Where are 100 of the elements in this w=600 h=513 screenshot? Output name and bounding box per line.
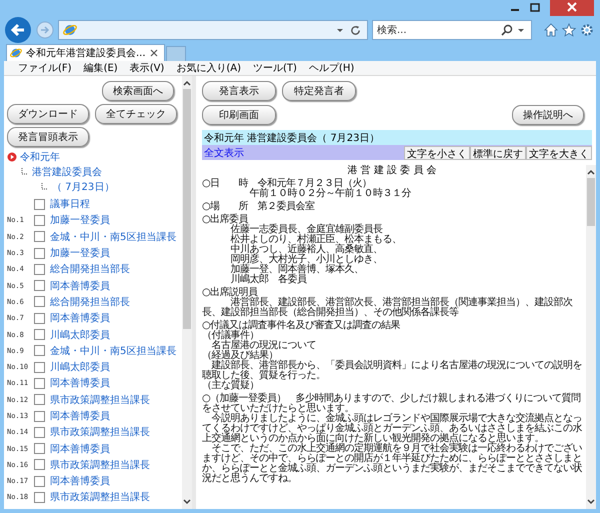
checkbox[interactable] — [34, 476, 45, 487]
settings-icon[interactable] — [580, 23, 594, 37]
speaker-link[interactable]: 総合開発担当部長 — [50, 262, 130, 276]
document-text: （経過及び結果） — [202, 351, 278, 361]
menu-item[interactable]: ツール(T) — [253, 61, 297, 75]
speaker-link[interactable]: 川嶋太郎委員 — [50, 360, 110, 374]
checkbox[interactable] — [34, 264, 45, 275]
search-field[interactable]: 検索... — [377, 24, 497, 36]
speaker-link[interactable]: 岡本善博委員 — [50, 474, 110, 488]
headline-button[interactable]: 発言冒頭表示 — [7, 127, 89, 147]
help-button[interactable]: 操作説明へ — [512, 105, 584, 125]
speaker-link[interactable]: 岡本善博委員 — [50, 278, 110, 293]
checkbox[interactable] — [34, 459, 45, 470]
document-text: ○日 時 令和元年７月２３日（火） — [202, 179, 373, 189]
checkbox[interactable] — [34, 329, 45, 340]
document-text: 松井よしのり、村瀬正臣、松本まもる、 — [230, 235, 402, 245]
play-icon — [7, 152, 17, 162]
speaker-link[interactable]: 県市政策調整担当課長 — [50, 425, 150, 440]
left-panel-button[interactable]: ダウンロード — [7, 104, 89, 124]
checkbox[interactable] — [34, 378, 45, 389]
speech-button[interactable]: 発言表示 — [202, 81, 276, 101]
checkbox[interactable] — [34, 280, 45, 292]
speaker-link[interactable]: 総合開発担当部長 — [50, 294, 130, 309]
scrollbar[interactable] — [182, 76, 192, 509]
checkbox[interactable] — [34, 426, 45, 438]
speaker-link[interactable]: 岡本善博委員 — [50, 442, 110, 456]
checkbox[interactable] — [34, 198, 45, 210]
speech-button[interactable]: 特定発言者 — [282, 81, 356, 101]
font-size-button[interactable]: 標準に戻す — [470, 146, 526, 160]
checkbox[interactable] — [34, 312, 45, 324]
document-text: 名古屋港の現況について — [212, 341, 317, 351]
scroll-down-icon[interactable] — [183, 499, 191, 505]
checkbox[interactable] — [34, 410, 45, 422]
checkbox[interactable] — [34, 345, 45, 356]
document-text: 岡明彦、大村光子、小川としゆき、 — [230, 255, 384, 265]
tree-item[interactable]: 港営建設委員会 — [32, 164, 102, 178]
document-text: 中川あつし、近藤裕人、高桑敏直、 — [230, 245, 384, 255]
font-size-button[interactable]: 文字を大きく — [526, 146, 592, 160]
full-text-link[interactable]: 全文表示 — [202, 146, 244, 160]
speaker-link[interactable]: 県市政策調整担当課長 — [50, 458, 150, 472]
search-screen-button[interactable]: 検索画面へ — [102, 81, 174, 101]
menu-item[interactable]: ファイル(F) — [18, 61, 72, 75]
speaker-link[interactable]: 加藤一登委員 — [50, 246, 110, 260]
tab-title: 令和元年港営建設委員会... — [26, 46, 146, 60]
scrollbar[interactable] — [586, 165, 596, 509]
speaker-link[interactable]: 金城・中川・南5区担当課長 — [50, 344, 176, 358]
speaker-link[interactable]: 岡本善博委員 — [50, 376, 110, 390]
tree-item[interactable]: 令和元年 — [20, 150, 60, 164]
document-text: 午前１０時０２分～午前１０時３１分 — [248, 189, 412, 199]
checkbox[interactable] — [34, 362, 45, 373]
scroll-thumb[interactable] — [183, 89, 191, 329]
search-icon[interactable] — [501, 24, 513, 36]
scroll-up-icon[interactable] — [183, 80, 191, 86]
tree-branch-icon — [21, 168, 29, 176]
speaker-link[interactable]: 岡本善博委員 — [50, 311, 110, 326]
document-text: 川嶋太郎 各委員 — [230, 275, 308, 285]
checkbox[interactable] — [34, 296, 45, 308]
tree-item[interactable]: （ 7月23日） — [52, 180, 114, 194]
speaker-link[interactable]: 川嶋太郎委員 — [50, 328, 110, 342]
home-icon[interactable] — [544, 23, 558, 37]
scroll-down-icon[interactable] — [587, 499, 595, 505]
left-panel-button[interactable]: 全てチェック — [95, 104, 177, 124]
back-icon[interactable] — [4, 16, 32, 44]
checkbox[interactable] — [34, 443, 45, 454]
document-text: ○出席説明員 — [202, 288, 258, 298]
checkbox[interactable] — [34, 231, 45, 242]
document-text: ○（加藤一登委員） 多少時間ありますので、少しだけ親しまれる港づくりについて質問をさせていただけたらと思います。 — [202, 394, 582, 414]
browser-tab[interactable]: 令和元年港営建設委員会... — [6, 44, 165, 61]
checkbox[interactable] — [34, 214, 45, 226]
close-icon[interactable] — [550, 0, 594, 16]
speaker-link[interactable]: 議事日程 — [50, 197, 90, 212]
document-text: （付議事件） — [202, 331, 259, 341]
star-icon[interactable] — [562, 23, 576, 37]
checkbox[interactable] — [34, 248, 45, 259]
speaker-link[interactable]: 加藤一登委員 — [50, 213, 110, 228]
document-text: 加藤一登、岡本善博、塚本久、 — [230, 265, 364, 275]
dropdown-icon[interactable] — [336, 26, 344, 34]
meeting-title: 令和元年 港営建設委員会（ 7月23日） — [202, 130, 592, 146]
checkbox[interactable] — [34, 394, 45, 406]
speaker-link[interactable]: 県市政策調整担当課長 — [50, 392, 150, 407]
speaker-link[interactable]: 金城・中川・南5区担当課長 — [50, 230, 176, 244]
document-text: ○出席委員 — [202, 215, 248, 225]
maximize-icon[interactable] — [530, 3, 540, 13]
menu-item[interactable]: お気に入り(A) — [176, 61, 241, 75]
refresh-icon[interactable] — [350, 24, 361, 36]
scroll-thumb[interactable] — [587, 178, 595, 226]
checkbox[interactable] — [34, 492, 45, 503]
document-text: ○場 所 第２委員会室 — [202, 202, 316, 212]
speaker-link[interactable]: 県市政策調整担当課長 — [50, 490, 150, 504]
search-box[interactable]: 検索... — [372, 20, 532, 40]
speaker-link[interactable]: 岡本善博委員 — [50, 409, 110, 423]
font-size-button[interactable]: 文字を小さく — [404, 146, 470, 160]
menu-item[interactable]: 編集(E) — [84, 61, 118, 75]
scroll-up-icon[interactable] — [587, 169, 595, 175]
close-icon[interactable] — [150, 49, 158, 57]
document-text: 今説明ありましたように、金城ふ頭はレゴランドや国際展示場で大きな交流拠点となってくるわけですけど、やっぱり金城ふ頭とガーデンふ頭、あるいはささしまを結ぶこの水上交通網というのか点から面に向けた新しい観光開発の拠点になると思います。 — [202, 414, 582, 444]
dropdown-icon[interactable] — [517, 26, 525, 34]
menu-item[interactable]: 表示(V) — [130, 61, 164, 75]
menu-item[interactable]: ヘルプ(H) — [308, 61, 354, 75]
print-button[interactable]: 印刷画面 — [202, 105, 276, 125]
